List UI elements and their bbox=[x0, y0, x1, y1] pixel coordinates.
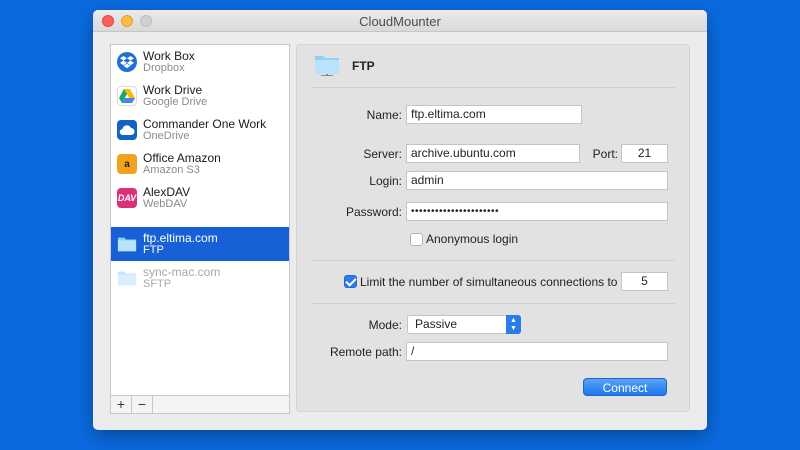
folder-icon bbox=[315, 56, 339, 76]
account-name: Commander One Work bbox=[143, 117, 267, 131]
account-name: AlexDAV bbox=[143, 185, 191, 199]
sidebar-item-work-box[interactable]: Work Box Dropbox bbox=[111, 45, 289, 79]
account-service: SFTP bbox=[143, 278, 172, 290]
remote-path-label: Remote path: bbox=[329, 345, 402, 359]
sidebar-item-commander-one-work[interactable]: Commander One Work OneDrive bbox=[111, 113, 289, 147]
app-window: CloudMounter Work Box Dropbox Work Drive… bbox=[93, 10, 707, 430]
account-service: FTP bbox=[143, 244, 164, 256]
password-label: Password: bbox=[345, 205, 402, 219]
account-name: Office Amazon bbox=[143, 151, 221, 165]
anonymous-login-label: Anonymous login bbox=[426, 232, 519, 246]
google-drive-icon bbox=[117, 86, 137, 106]
sidebar-item-office-amazon[interactable]: a Office Amazon Amazon S3 bbox=[111, 147, 289, 181]
remote-path-field[interactable]: / bbox=[406, 342, 668, 361]
account-name: ftp.eltima.com bbox=[143, 231, 218, 245]
account-service: WebDAV bbox=[143, 198, 188, 210]
select-arrows-icon: ▲ ▼ bbox=[506, 315, 521, 334]
title-bar: CloudMounter bbox=[93, 10, 707, 32]
connection-limit-field[interactable]: 5 bbox=[621, 272, 668, 291]
account-service: Amazon S3 bbox=[143, 164, 200, 176]
limit-connections-checkbox[interactable] bbox=[344, 275, 357, 288]
panel-title: FTP bbox=[352, 59, 375, 73]
port-label: Port: bbox=[592, 147, 618, 161]
remove-account-button[interactable]: − bbox=[132, 396, 153, 413]
onedrive-icon bbox=[117, 120, 137, 140]
mode-select[interactable]: Passive ▲ ▼ bbox=[407, 315, 521, 334]
divider bbox=[311, 260, 675, 261]
account-service: Google Drive bbox=[143, 96, 208, 108]
account-name: Work Box bbox=[143, 49, 195, 63]
divider bbox=[311, 87, 675, 88]
anonymous-login-checkbox[interactable] bbox=[410, 233, 423, 246]
sidebar-item-sync-mac[interactable]: sync-mac.com SFTP bbox=[111, 261, 289, 295]
connect-button[interactable]: Connect bbox=[583, 378, 667, 396]
login-label: Login: bbox=[369, 174, 402, 188]
sidebar-item-alexdav[interactable]: DAV AlexDAV WebDAV bbox=[111, 181, 289, 215]
server-label: Server: bbox=[363, 147, 402, 161]
password-field[interactable]: •••••••••••••••••••••• bbox=[406, 202, 668, 221]
limit-connections-label: Limit the number of simultaneous connect… bbox=[360, 275, 618, 289]
add-account-button[interactable]: + bbox=[111, 396, 132, 413]
sidebar-footer: + − bbox=[111, 395, 289, 413]
divider bbox=[311, 303, 675, 304]
port-field[interactable]: 21 bbox=[621, 144, 668, 163]
name-label: Name: bbox=[366, 108, 402, 122]
account-service: Dropbox bbox=[143, 62, 185, 74]
webdav-icon: DAV bbox=[117, 188, 137, 208]
mode-value: Passive bbox=[415, 317, 458, 331]
login-field[interactable]: admin bbox=[406, 171, 668, 190]
accounts-sidebar: Work Box Dropbox Work Drive Google Drive… bbox=[110, 44, 290, 414]
sidebar-item-work-drive[interactable]: Work Drive Google Drive bbox=[111, 79, 289, 113]
name-field[interactable]: ftp.eltima.com bbox=[406, 105, 582, 124]
connection-settings-panel: FTP Name: ftp.eltima.com Server: archive… bbox=[296, 44, 690, 412]
window-title: CloudMounter bbox=[359, 14, 441, 29]
account-name: Work Drive bbox=[143, 83, 203, 97]
account-service: OneDrive bbox=[143, 130, 190, 142]
folder-icon bbox=[117, 268, 137, 288]
folder-icon bbox=[117, 234, 137, 254]
mode-label: Mode: bbox=[368, 318, 402, 332]
account-name: sync-mac.com bbox=[143, 265, 221, 279]
sidebar-item-ftp-eltima[interactable]: ftp.eltima.com FTP bbox=[111, 227, 289, 261]
amazon-s3-icon: a bbox=[117, 154, 137, 174]
dropbox-icon bbox=[117, 52, 137, 72]
